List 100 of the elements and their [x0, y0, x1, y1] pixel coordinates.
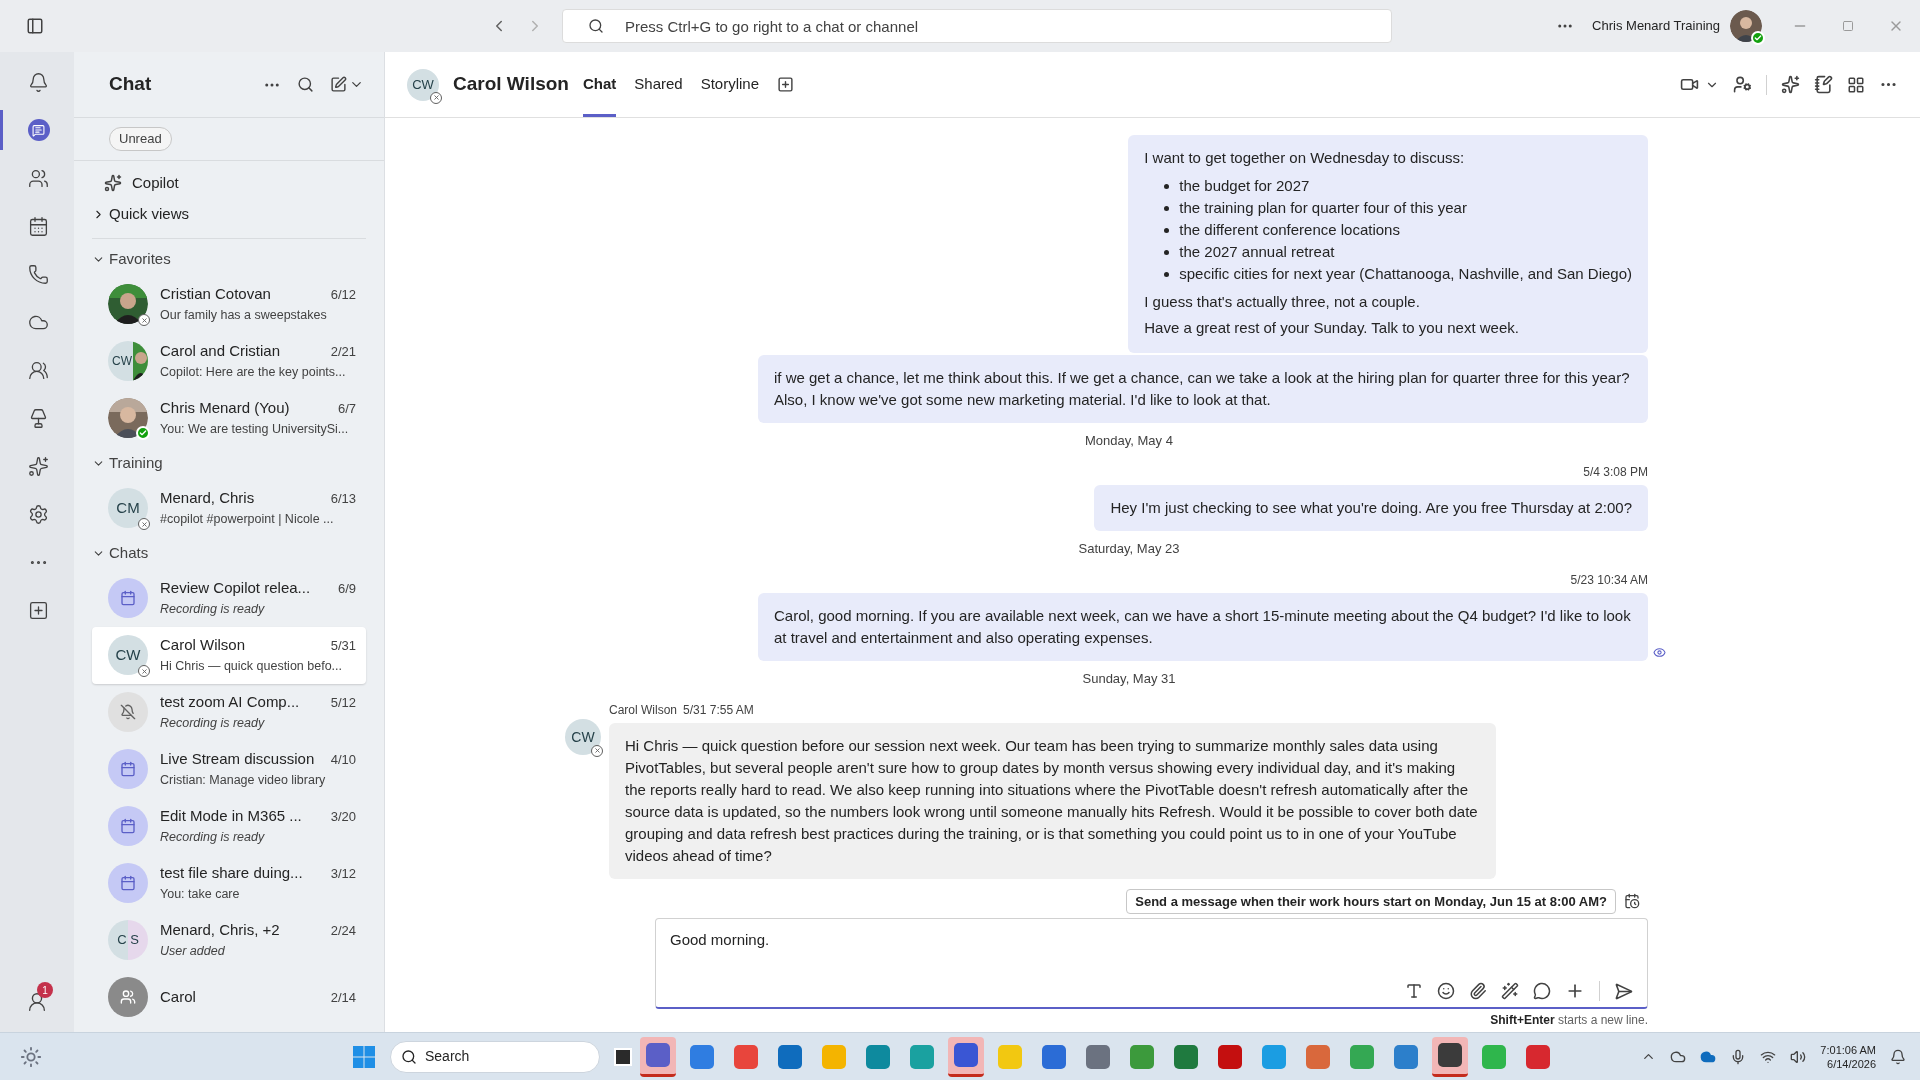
list-item-text: the different conference locations	[1179, 219, 1400, 240]
chat-name: Menard, Chris, +2	[160, 920, 280, 941]
chat-preview: Hi Chris — quick question befo...	[160, 657, 344, 675]
taskbar-app-button[interactable]	[1432, 1036, 1468, 1077]
quick-views-toggle[interactable]: Quick views	[92, 199, 366, 230]
chat-item[interactable]: C S Menard, Chris, +2 2/24 User added	[92, 911, 366, 969]
sidebar-toggle-icon[interactable]	[26, 17, 44, 35]
filter-chip[interactable]: Unread	[109, 127, 172, 151]
people-icon[interactable]	[1733, 75, 1752, 94]
chat-item[interactable]: test zoom AI Comp... 5/12 Recording is ready	[92, 683, 366, 741]
schedule-suggestion[interactable]: Send a message when their work hours start on Monday, Jun 15 at 8:00 AM?	[1126, 888, 1616, 914]
section-header[interactable]: Training	[92, 446, 366, 480]
chat-date: 5/31	[330, 637, 356, 656]
message-field[interactable]: Good morning.	[670, 929, 1633, 952]
chat-date: 3/20	[330, 808, 356, 827]
chat-item[interactable]: Edit Mode in M365 ... 3/20 Recording is ready	[92, 797, 366, 855]
chat-item[interactable]: Cristian Cotovan 6/12 Our family has a sweepstakes	[92, 275, 366, 333]
notes-icon[interactable]	[1814, 75, 1833, 94]
message-text: Carol, good morning. If you are available next week, can we have a short 15-minute meeting about the Q4 budget? I'd like to look at travel and entertainment and also operating expenses.	[774, 605, 1632, 648]
chat-name: test zoom AI Comp...	[160, 692, 300, 713]
taskbar-search[interactable]: Search	[390, 1040, 600, 1073]
chat-preview: Our family has a sweepstakes	[160, 306, 328, 324]
tab[interactable]: Storyline	[700, 52, 760, 117]
chat-item[interactable]: Carol 2/14	[92, 968, 366, 1026]
sparkles-icon[interactable]	[1781, 75, 1800, 94]
avatar-initials: CW	[108, 341, 133, 381]
message-text: Hey I'm just checking to see what you're doing. Are you free Thursday at 2:00?	[1110, 497, 1632, 518]
chat-name: Carol	[160, 986, 196, 1007]
clock-time: 7:01:06 AM	[1820, 1042, 1876, 1057]
search-icon[interactable]	[297, 76, 314, 93]
chat-name: Live Stream discussion	[160, 749, 315, 770]
meeting-avatar	[108, 806, 148, 846]
chat-preview: Copilot: Here are the key points...	[160, 363, 347, 381]
chat-date: 4/10	[330, 751, 356, 770]
chat-date: 3/12	[330, 865, 356, 884]
chat-preview: Recording is ready	[160, 828, 266, 846]
magic-wand-icon[interactable]	[1501, 982, 1519, 1000]
chat-preview: #copilot #powerpoint | Nicole ...	[160, 510, 335, 528]
section-header[interactable]: Chats	[92, 536, 366, 570]
chat-name: Carol Wilson	[160, 635, 246, 656]
chat-item[interactable]: CW Carol and Cristian 2/21 Copilot: Here are the key points...	[92, 332, 366, 390]
bullet-icon	[1164, 271, 1170, 277]
apps-icon[interactable]	[1847, 75, 1865, 94]
chat-date: 6/13	[330, 490, 356, 509]
attach-icon[interactable]	[1469, 982, 1487, 1000]
chat-name: Carol and Cristian	[160, 341, 281, 362]
chat-name: Review Copilot relea...	[160, 578, 311, 599]
chat-item[interactable]: Chris Menard (You) 6/7 You: We are testing UniversitySi...	[92, 389, 366, 447]
meeting-avatar	[108, 863, 148, 903]
chat-name: test file share duing...	[160, 863, 303, 884]
notification-badge: 1	[37, 982, 53, 998]
chat-preview: User added	[160, 942, 226, 960]
weather-icon[interactable]	[20, 1045, 42, 1068]
avatar-initials: CM	[108, 488, 148, 528]
chat-date: 6/7	[337, 400, 356, 419]
account-name: Chris Menard Training	[1592, 17, 1720, 36]
start-icon[interactable]	[352, 1044, 376, 1069]
taskbar-app-button[interactable]	[948, 1036, 984, 1077]
bullet-icon	[1164, 249, 1170, 255]
chat-item[interactable]: CM Menard, Chris 6/13 #copilot #powerpoint | Nicole ...	[92, 479, 366, 537]
chat-item[interactable]: CW Carol Wilson 5/31 Hi Chris — quick question befo...	[92, 626, 366, 684]
search-icon	[401, 1048, 417, 1065]
muted-avatar	[108, 692, 148, 732]
chat-name: Cristian Cotovan	[160, 284, 271, 305]
chat-item[interactable]: test file share duing... 3/12 You: take care	[92, 854, 366, 912]
send-icon[interactable]	[1614, 981, 1633, 1001]
chat-name: Edit Mode in M365 ...	[160, 806, 302, 827]
chat-date: 5/12	[330, 694, 356, 713]
chat-name: Chris Menard (You)	[160, 398, 290, 419]
section-header[interactable]: Favorites	[92, 242, 366, 276]
bullet-icon	[1164, 227, 1170, 233]
panel-title: Chat	[109, 72, 152, 97]
date-separator: Saturday, May 23	[1078, 539, 1180, 558]
copilot-item[interactable]: Copilot	[92, 166, 366, 200]
notifications-icon[interactable]	[1890, 1048, 1906, 1065]
avatar-initials: CW	[407, 68, 439, 101]
tab[interactable]: Chat	[582, 52, 617, 117]
emoji-icon[interactable]	[1437, 982, 1455, 1000]
hint-text: Shift+Enter starts a new line.	[1490, 1012, 1648, 1029]
meeting-avatar	[108, 749, 148, 789]
new-chat-icon[interactable]	[330, 76, 347, 93]
chat-item[interactable]: Review Copilot relea... 6/9 Recording is ready	[92, 569, 366, 627]
taskbar-app-button[interactable]	[640, 1036, 676, 1077]
clock-date: 6/14/2026	[1827, 1056, 1876, 1071]
tab[interactable]: Shared	[634, 52, 683, 117]
bullet-icon	[1164, 205, 1170, 211]
volume-icon[interactable]	[1790, 1048, 1807, 1065]
chat-item[interactable]: Live Stream discussion 4/10 Cristian: Manage video library	[92, 740, 366, 798]
chat-preview: You: take care	[160, 885, 241, 903]
list-item-text: the training plan for quarter four of this year	[1179, 197, 1467, 218]
task-view-icon[interactable]	[614, 1047, 632, 1066]
search-field[interactable]: Press Ctrl+G to go right to a chat or channel	[562, 9, 1392, 43]
avatar-initials: C S	[108, 920, 148, 960]
message-text: if we get a chance, let me think about this. If we get a chance, can we take a look at the hiring plan for quarter three for this year? Also, I know we've got some new marketing material. I'd like to look at that.	[774, 367, 1631, 410]
format-icon[interactable]	[1405, 982, 1423, 1000]
message-time: 5/23 10:34 AM	[1570, 571, 1648, 589]
date-separator: Monday, May 4	[1085, 431, 1173, 450]
list-item-text: the budget for 2027	[1179, 175, 1310, 196]
avatar-initials: CW	[108, 635, 148, 675]
schedule-icon[interactable]	[1624, 893, 1640, 910]
